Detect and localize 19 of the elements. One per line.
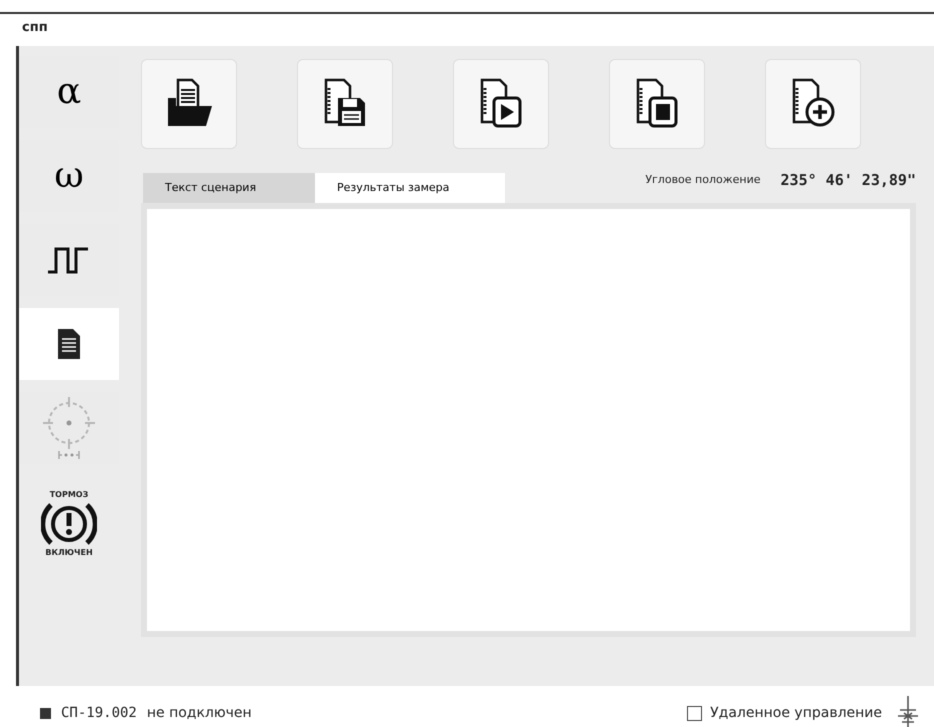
window-title: спп <box>21 19 49 37</box>
remote-control-checkbox[interactable] <box>687 706 702 720</box>
tab[interactable]: Текст сценария <box>143 172 315 203</box>
remote-control-label: Удаленное управление <box>710 704 882 722</box>
toolbar-button[interactable] <box>453 59 549 149</box>
tab[interactable]: Результаты замера <box>315 172 505 203</box>
angle-label: Угловое положение <box>645 172 761 188</box>
angle-value: 235° 46' 23,89" <box>780 170 916 190</box>
brake-label: ТОРМОЗ <box>50 491 88 499</box>
antenna-icon <box>896 696 920 727</box>
toolbar-button[interactable] <box>297 59 393 149</box>
toolbar-button[interactable] <box>141 59 237 149</box>
sidebar-item[interactable] <box>19 308 119 380</box>
document-icon <box>56 327 82 361</box>
brake-label: ВКЛЮЧЕН <box>45 549 93 557</box>
device-name: СП-19.002 <box>61 704 137 722</box>
toolbar-button[interactable] <box>609 59 705 149</box>
toolbar-button[interactable] <box>765 59 861 149</box>
connection-status: не подключен <box>146 704 252 722</box>
